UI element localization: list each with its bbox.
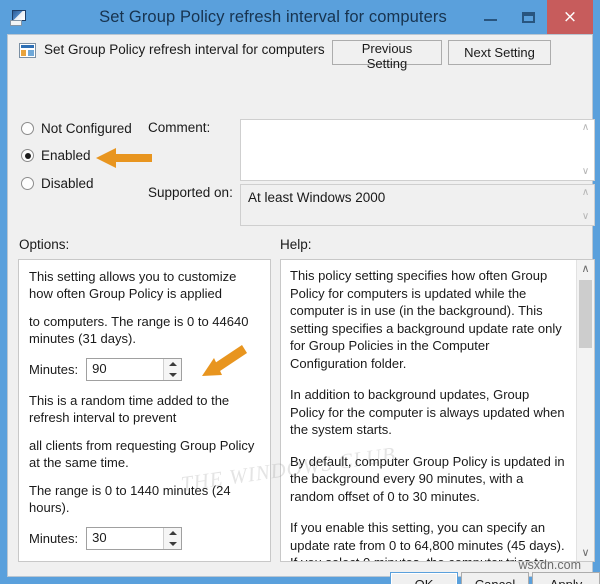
minutes-stepper-refresh[interactable]: 90 bbox=[86, 358, 183, 381]
comment-input[interactable]: ∧ ∨ bbox=[240, 119, 595, 181]
options-paragraph-1: This setting allows you to customize how… bbox=[29, 269, 237, 301]
minutes-row-refresh: Minutes: 90 bbox=[29, 358, 260, 381]
caption-buttons: × bbox=[471, 0, 593, 34]
supported-on-label: Supported on: bbox=[148, 185, 233, 200]
help-paragraph-3: By default, computer Group Policy is upd… bbox=[290, 453, 565, 504]
minutes-label-refresh: Minutes: bbox=[29, 362, 79, 377]
scroll-up-icon[interactable]: ∧ bbox=[577, 260, 594, 277]
options-paragraph-3: This is a random time added to the refre… bbox=[29, 393, 230, 425]
minutes-row-offset: Minutes: 30 bbox=[29, 527, 260, 550]
stepper-up-button[interactable] bbox=[164, 528, 181, 539]
triangle-up-icon bbox=[168, 531, 177, 536]
help-scrollbar[interactable]: ∧ ∨ bbox=[576, 260, 594, 561]
stepper-down-button[interactable] bbox=[164, 370, 181, 381]
chevron-down-icon[interactable]: ∨ bbox=[582, 167, 589, 177]
chevron-up-icon[interactable]: ∧ bbox=[582, 188, 589, 198]
setting-header: Set Group Policy refresh interval for co… bbox=[8, 35, 592, 77]
options-paragraph-5: The range is 0 to 1440 minutes (24 hours… bbox=[29, 483, 231, 515]
next-setting-button[interactable]: Next Setting bbox=[448, 40, 551, 65]
watermark-corner: wsxdn.com bbox=[518, 558, 581, 572]
help-paragraph-1: This policy setting specifies how often … bbox=[290, 268, 562, 371]
dialog-client-area: Set Group Policy refresh interval for co… bbox=[7, 34, 600, 584]
triangle-up-icon bbox=[168, 362, 177, 367]
minutes-value-offset[interactable]: 30 bbox=[87, 528, 163, 549]
supported-on-field: At least Windows 2000 ∧ ∨ bbox=[240, 184, 595, 226]
scrollbar-thumb[interactable] bbox=[579, 280, 592, 348]
minutes-stepper-offset[interactable]: 30 bbox=[86, 527, 183, 550]
window-title: Set Group Policy refresh interval for co… bbox=[99, 7, 447, 26]
help-label: Help: bbox=[280, 237, 312, 252]
radio-enabled[interactable]: Enabled bbox=[21, 148, 91, 163]
radio-disabled-mark bbox=[21, 177, 34, 190]
maximize-button[interactable] bbox=[509, 0, 547, 34]
chevron-up-icon[interactable]: ∧ bbox=[582, 123, 589, 133]
radio-not-configured[interactable]: Not Configured bbox=[21, 121, 132, 136]
stepper-down-button[interactable] bbox=[164, 539, 181, 550]
help-text: This policy setting specifies how often … bbox=[281, 260, 576, 561]
minutes-label-offset: Minutes: bbox=[29, 531, 79, 546]
minimize-button[interactable] bbox=[471, 0, 509, 34]
close-button[interactable]: × bbox=[547, 0, 593, 34]
chevron-down-icon[interactable]: ∨ bbox=[582, 212, 589, 222]
ok-button[interactable]: OK bbox=[390, 572, 458, 584]
setting-title: Set Group Policy refresh interval for co… bbox=[44, 42, 325, 57]
stepper-up-button[interactable] bbox=[164, 359, 181, 370]
radio-enabled-mark bbox=[21, 149, 34, 162]
title-bar: Set Group Policy refresh interval for co… bbox=[7, 0, 593, 34]
radio-not-configured-label: Not Configured bbox=[41, 121, 132, 136]
apply-button[interactable]: Apply bbox=[532, 572, 600, 584]
radio-not-configured-mark bbox=[21, 122, 34, 135]
minutes-stepper-buttons-refresh[interactable] bbox=[163, 359, 182, 381]
supported-on-value: At least Windows 2000 bbox=[248, 190, 386, 205]
previous-setting-button[interactable]: Previous Setting bbox=[332, 40, 442, 71]
options-panel: This setting allows you to customize how… bbox=[18, 259, 271, 562]
triangle-down-icon bbox=[168, 541, 177, 546]
comment-scrollbar[interactable]: ∧ ∨ bbox=[577, 120, 594, 180]
policy-setting-icon bbox=[19, 43, 36, 58]
help-paragraph-4: If you enable this setting, you can spec… bbox=[290, 520, 565, 561]
radio-enabled-label: Enabled bbox=[41, 148, 91, 163]
group-policy-editor-icon bbox=[9, 8, 29, 28]
comment-label: Comment: bbox=[148, 120, 211, 135]
minimize-icon bbox=[483, 19, 497, 21]
options-label: Options: bbox=[19, 237, 70, 252]
maximize-icon bbox=[521, 11, 535, 23]
options-paragraph-4: all clients from requesting Group Policy… bbox=[29, 438, 255, 470]
radio-disabled-label: Disabled bbox=[41, 176, 94, 191]
triangle-down-icon bbox=[168, 372, 177, 377]
supported-on-scrollbar[interactable]: ∧ ∨ bbox=[577, 185, 594, 225]
help-panel: This policy setting specifies how often … bbox=[280, 259, 595, 562]
comment-value bbox=[241, 120, 577, 180]
options-paragraph-2: to computers. The range is 0 to 44640 mi… bbox=[29, 314, 249, 346]
arrow-pointing-to-enabled-radio bbox=[96, 148, 152, 168]
radio-disabled[interactable]: Disabled bbox=[21, 176, 94, 191]
minutes-value-refresh[interactable]: 90 bbox=[87, 359, 163, 380]
group-policy-setting-dialog: Set Group Policy refresh interval for co… bbox=[0, 0, 600, 584]
help-paragraph-2: In addition to background updates, Group… bbox=[290, 387, 565, 437]
minutes-stepper-buttons-offset[interactable] bbox=[163, 528, 182, 550]
cancel-button[interactable]: Cancel bbox=[461, 572, 529, 584]
